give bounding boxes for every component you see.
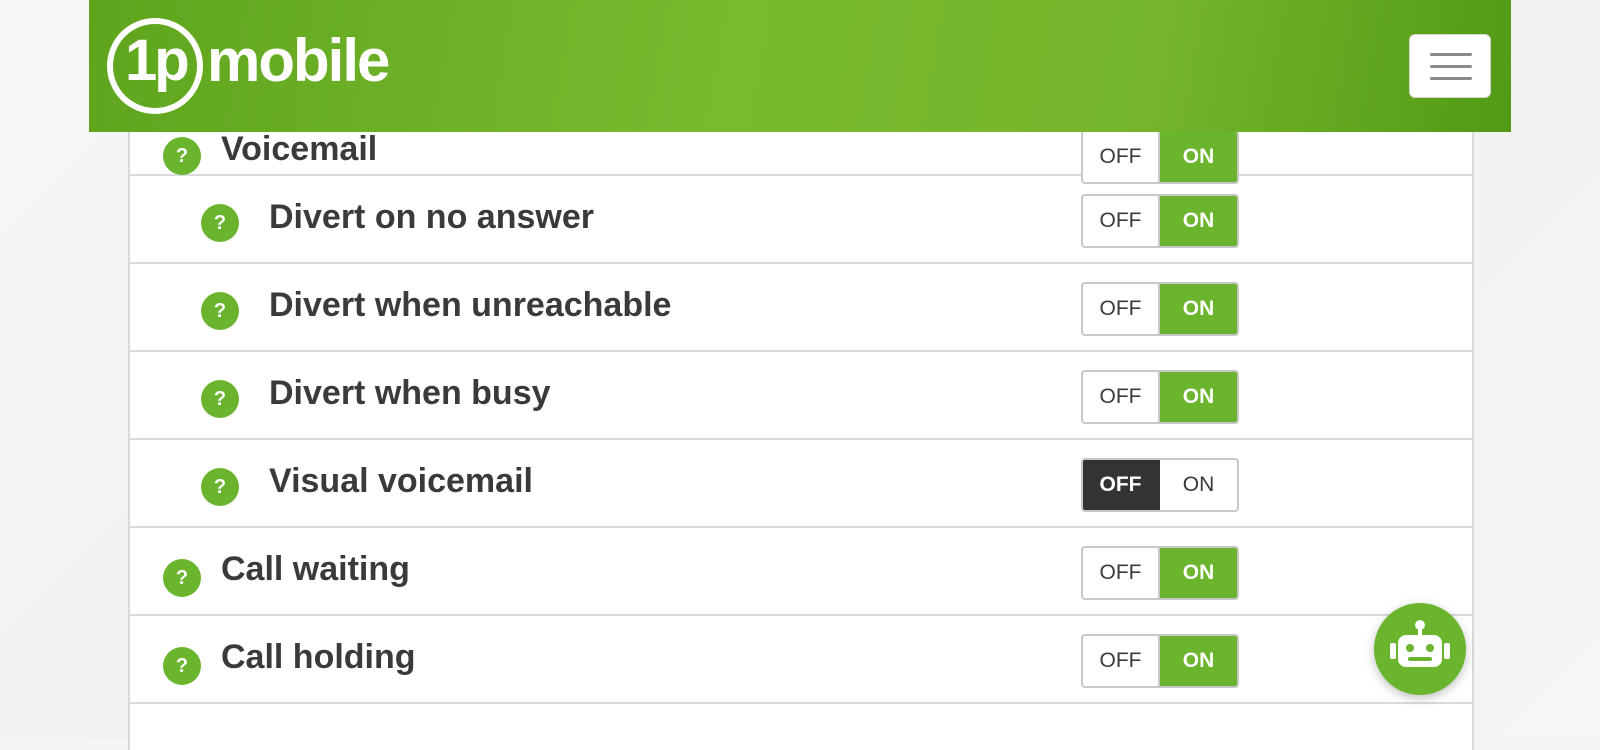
setting-label-voicemail: Voicemail [221, 130, 378, 168]
setting-label-divert-busy: Divert when busy [269, 374, 551, 412]
setting-row-call-holding: ? Call holding OFF ON [130, 616, 1472, 704]
setting-label-call-waiting: Call waiting [221, 550, 410, 588]
toggle-divert-no-answer[interactable]: OFF ON [1081, 194, 1239, 248]
toggle-on-option[interactable]: ON [1160, 636, 1237, 686]
help-icon[interactable]: ? [201, 292, 239, 330]
toggle-off-option[interactable]: OFF [1083, 548, 1160, 598]
toggle-on-option[interactable]: ON [1160, 284, 1237, 334]
hamburger-menu-button[interactable] [1409, 34, 1491, 98]
help-icon[interactable]: ? [163, 137, 201, 175]
toggle-off-option[interactable]: OFF [1083, 132, 1160, 182]
help-icon[interactable]: ? [201, 204, 239, 242]
toggle-off-option[interactable]: OFF [1083, 372, 1160, 422]
setting-row-call-waiting: ? Call waiting OFF ON [130, 528, 1472, 616]
site-header: 1p mobile [89, 0, 1511, 132]
logo-text-1p: 1p [125, 28, 190, 93]
toggle-divert-busy[interactable]: OFF ON [1081, 370, 1239, 424]
setting-row-divert-busy: ? Divert when busy OFF ON [130, 352, 1472, 440]
help-icon[interactable]: ? [163, 559, 201, 597]
toggle-off-option[interactable]: OFF [1083, 284, 1160, 334]
toggle-on-option[interactable]: ON [1160, 548, 1237, 598]
toggle-on-option[interactable]: ON [1160, 372, 1237, 422]
help-icon[interactable]: ? [201, 468, 239, 506]
logo-text-mobile: mobile [207, 27, 390, 94]
help-icon[interactable]: ? [163, 647, 201, 685]
toggle-divert-unreachable[interactable]: OFF ON [1081, 282, 1239, 336]
toggle-on-option[interactable]: ON [1160, 196, 1237, 246]
setting-row-divert-no-answer: ? Divert on no answer OFF ON [130, 176, 1472, 264]
setting-label-visual-voicemail: Visual voicemail [269, 462, 533, 500]
setting-row-visual-voicemail: ? Visual voicemail OFF ON [130, 440, 1472, 528]
toggle-on-option[interactable]: ON [1160, 132, 1237, 182]
toggle-visual-voicemail[interactable]: OFF ON [1081, 458, 1239, 512]
robot-icon [1390, 620, 1450, 667]
toggle-off-option[interactable]: OFF [1083, 196, 1160, 246]
setting-label-divert-unreachable: Divert when unreachable [269, 286, 672, 324]
logo-1p-mobile[interactable]: 1p mobile [107, 16, 407, 116]
setting-label-divert-no-answer: Divert on no answer [269, 198, 594, 236]
setting-row-divert-unreachable: ? Divert when unreachable OFF ON [130, 264, 1472, 352]
toggle-off-option[interactable]: OFF [1083, 636, 1160, 686]
toggle-call-holding[interactable]: OFF ON [1081, 634, 1239, 688]
help-icon[interactable]: ? [201, 380, 239, 418]
toggle-call-waiting[interactable]: OFF ON [1081, 546, 1239, 600]
toggle-on-option[interactable]: ON [1160, 460, 1237, 510]
toggle-off-option[interactable]: OFF [1083, 460, 1160, 510]
call-settings-panel: ? Voicemail OFF ON ? Divert on no answer… [128, 110, 1474, 750]
setting-label-call-holding: Call holding [221, 638, 416, 676]
chatbot-button[interactable] [1374, 603, 1466, 695]
